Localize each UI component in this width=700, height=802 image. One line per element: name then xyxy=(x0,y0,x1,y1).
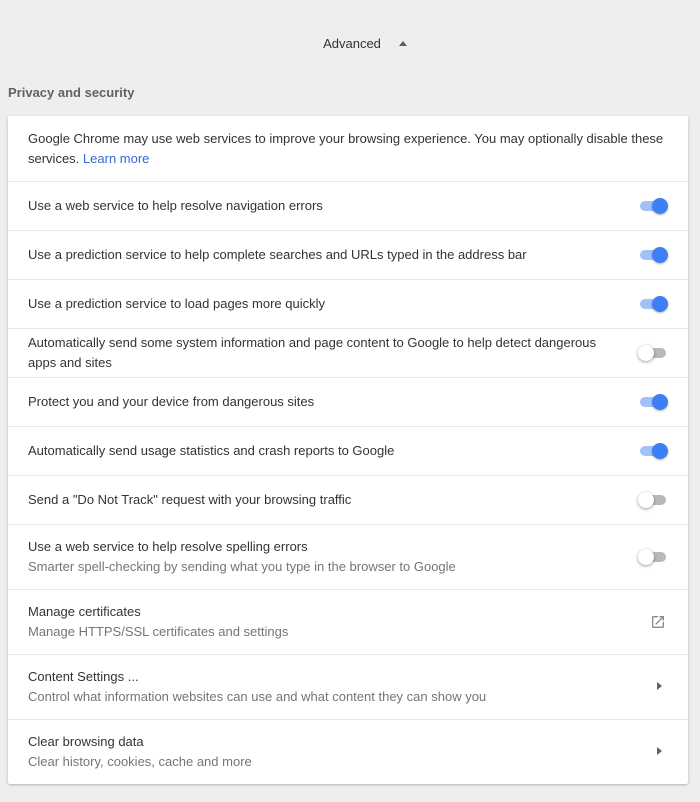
setting-row-prediction-pages[interactable]: Use a prediction service to load pages m… xyxy=(8,279,688,328)
setting-label: Use a web service to help resolve naviga… xyxy=(28,198,323,213)
toggle-knob xyxy=(638,492,654,508)
toggle-knob xyxy=(652,296,668,312)
external-link-icon[interactable] xyxy=(650,614,666,630)
setting-label: Automatically send some system informati… xyxy=(28,335,597,370)
chevron-right-icon[interactable] xyxy=(657,747,662,755)
setting-row-spelling-errors[interactable]: Use a web service to help resolve spelli… xyxy=(8,524,688,589)
protect-device-toggle[interactable] xyxy=(638,393,668,411)
setting-label: Automatically send usage statistics and … xyxy=(28,443,395,458)
privacy-settings-card: Google Chrome may use web services to im… xyxy=(8,116,688,784)
navigation-errors-toggle[interactable] xyxy=(638,197,668,215)
setting-row-safe-browsing-extended[interactable]: Automatically send some system informati… xyxy=(8,328,688,377)
setting-label: Protect you and your device from dangero… xyxy=(28,394,315,409)
do-not-track-toggle[interactable] xyxy=(638,491,668,509)
advanced-toggle[interactable]: Advanced xyxy=(0,30,700,56)
safe-browsing-extended-toggle[interactable] xyxy=(638,344,668,362)
link-label: Content Settings ... xyxy=(28,669,139,684)
usage-statistics-toggle[interactable] xyxy=(638,442,668,460)
setting-row-navigation-errors[interactable]: Use a web service to help resolve naviga… xyxy=(8,181,688,230)
setting-label: Send a "Do Not Track" request with your … xyxy=(28,492,352,507)
intro-row: Google Chrome may use web services to im… xyxy=(8,116,688,181)
advanced-label: Advanced xyxy=(323,35,381,51)
toggle-knob xyxy=(652,394,668,410)
setting-sublabel: Smarter spell-checking by sending what y… xyxy=(28,559,456,574)
arrow-up-icon xyxy=(398,40,407,46)
prediction-pages-toggle[interactable] xyxy=(638,295,668,313)
learn-more-link[interactable]: Learn more xyxy=(83,151,149,166)
link-sublabel: Control what information websites can us… xyxy=(28,689,487,704)
setting-label: Use a web service to help resolve spelli… xyxy=(28,539,308,554)
prediction-search-toggle[interactable] xyxy=(638,246,668,264)
setting-label: Use a prediction service to load pages m… xyxy=(28,296,325,311)
setting-label: Use a prediction service to help complet… xyxy=(28,247,527,262)
setting-row-do-not-track[interactable]: Send a "Do Not Track" request with your … xyxy=(8,475,688,524)
spelling-errors-toggle[interactable] xyxy=(638,548,668,566)
chevron-right-icon[interactable] xyxy=(657,682,662,690)
toggle-knob xyxy=(638,345,654,361)
toggle-knob xyxy=(652,247,668,263)
setting-row-prediction-search[interactable]: Use a prediction service to help complet… xyxy=(8,230,688,279)
link-sublabel: Manage HTTPS/SSL certificates and settin… xyxy=(28,624,289,639)
toggle-knob xyxy=(638,549,654,565)
setting-row-usage-statistics[interactable]: Automatically send usage statistics and … xyxy=(8,426,688,475)
manage-certificates-row[interactable]: Manage certificates Manage HTTPS/SSL cer… xyxy=(8,589,688,654)
link-label: Clear browsing data xyxy=(28,734,144,749)
content-settings-row[interactable]: Content Settings ... Control what inform… xyxy=(8,654,688,719)
setting-row-protect-device[interactable]: Protect you and your device from dangero… xyxy=(8,377,688,426)
section-title: Privacy and security xyxy=(8,85,135,100)
toggle-knob xyxy=(652,443,668,459)
link-label: Manage certificates xyxy=(28,604,141,619)
intro-text-block: Google Chrome may use web services to im… xyxy=(28,129,668,169)
toggle-knob xyxy=(652,198,668,214)
link-sublabel: Clear history, cookies, cache and more xyxy=(28,754,252,769)
clear-browsing-data-row[interactable]: Clear browsing data Clear history, cooki… xyxy=(8,719,688,784)
